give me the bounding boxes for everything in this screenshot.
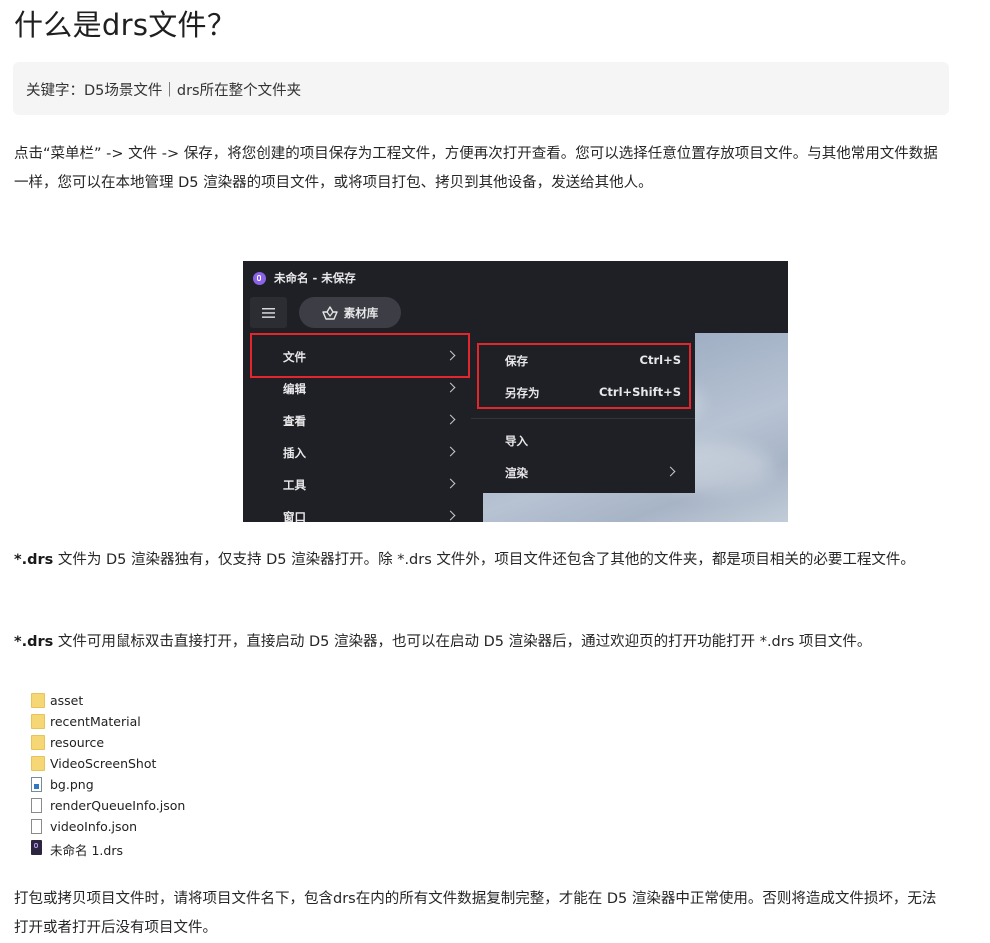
file-name: 未命名 1.drs: [50, 843, 123, 858]
list-item: videoInfo.json: [31, 817, 331, 838]
submenu-item-import[interactable]: 导入: [471, 424, 695, 456]
menu-item-label: 工具: [283, 478, 306, 492]
file-icon: [31, 819, 42, 834]
drs-file-icon: [31, 840, 42, 855]
chevron-right-icon: [445, 414, 456, 425]
window-title: 未命名 - 未保存: [274, 271, 356, 285]
file-name: resource: [50, 735, 105, 750]
chevron-right-icon: [665, 466, 676, 477]
drs-open-text: 文件可用鼠标双击直接打开，直接启动 D5 渲染器，也可以在启动 D5 渲染器后，…: [53, 634, 872, 650]
file-name: VideoScreenShot: [50, 756, 157, 771]
chevron-right-icon: [445, 446, 456, 457]
menu-item-label: 编辑: [283, 382, 306, 396]
menu-item-window[interactable]: 窗口: [243, 501, 471, 522]
main-menu-button[interactable]: [250, 297, 287, 328]
menu-divider: [471, 418, 695, 419]
file-name: videoInfo.json: [50, 819, 138, 834]
file-name: renderQueueInfo.json: [50, 798, 186, 813]
file-name: bg.png: [50, 777, 94, 792]
hamburger-icon: [262, 307, 275, 318]
keyword-text: 关键字：D5场景文件｜drs所在整个文件夹: [26, 83, 302, 99]
drs-ext-bold: *.drs: [14, 552, 54, 568]
folder-icon: [31, 756, 45, 771]
list-item: bg.png: [31, 775, 331, 796]
file-icon: [31, 798, 42, 813]
menu-item-insert[interactable]: 插入: [243, 437, 471, 469]
menu-item-view[interactable]: 查看: [243, 405, 471, 437]
d5-menu-screenshot: 未命名 - 未保存 素材库 文件 编辑 查看 插入 工具 窗口 保存 Ctrl+…: [243, 261, 788, 522]
folder-icon: [31, 714, 45, 729]
chevron-right-icon: [445, 478, 456, 489]
drs-description-paragraph: *.drs 文件为 D5 渲染器独有，仅支持 D5 渲染器打开。除 *.drs …: [14, 546, 944, 575]
chevron-right-icon: [445, 510, 456, 521]
folder-icon: [31, 693, 45, 708]
submenu-item-label: 渲染: [505, 466, 528, 480]
highlight-box-file: [250, 333, 470, 378]
drs-description-text: 文件为 D5 渲染器独有，仅支持 D5 渲染器打开。除 *.drs 文件外，项目…: [53, 552, 915, 568]
page-title: 什么是drs文件？: [14, 8, 237, 42]
window-titlebar: 未命名 - 未保存: [253, 269, 356, 287]
menu-item-label: 插入: [283, 446, 306, 460]
folder-icon: [31, 735, 45, 750]
menu-item-label: 查看: [283, 414, 306, 428]
menu-item-label: 窗口: [283, 510, 306, 522]
library-label: 素材库: [343, 305, 379, 320]
list-item: recentMaterial: [31, 712, 331, 733]
list-item: VideoScreenShot: [31, 754, 331, 775]
submenu-item-label: 导入: [505, 434, 528, 448]
material-library-button[interactable]: 素材库: [299, 297, 401, 328]
intro-paragraph: 点击“菜单栏” -> 文件 -> 保存，将您创建的项目保存为工程文件，方便再次打…: [14, 146, 938, 191]
file-name: asset: [50, 693, 84, 708]
chevron-right-icon: [445, 382, 456, 393]
list-item: renderQueueInfo.json: [31, 796, 331, 817]
drs-open-paragraph: *.drs 文件可用鼠标双击直接打开，直接启动 D5 渲染器，也可以在启动 D5…: [14, 628, 944, 657]
submenu-item-render[interactable]: 渲染: [471, 456, 695, 488]
file-name: recentMaterial: [50, 714, 141, 729]
list-item: resource: [31, 733, 331, 754]
drs-ext-bold: *.drs: [14, 634, 54, 650]
keyword-callout: 关键字：D5场景文件｜drs所在整个文件夹: [13, 62, 949, 115]
highlight-box-save: [477, 343, 691, 409]
d5-logo-icon: [253, 271, 266, 285]
image-file-icon: [31, 777, 42, 792]
library-icon: [322, 305, 338, 320]
list-item: 未命名 1.drs: [31, 838, 331, 859]
menu-item-tools[interactable]: 工具: [243, 469, 471, 501]
list-item: asset: [31, 691, 331, 712]
copy-warning-paragraph: 打包或拷贝项目文件时，请将项目文件名下，包含drs在内的所有文件数据复制完整，才…: [14, 891, 937, 936]
